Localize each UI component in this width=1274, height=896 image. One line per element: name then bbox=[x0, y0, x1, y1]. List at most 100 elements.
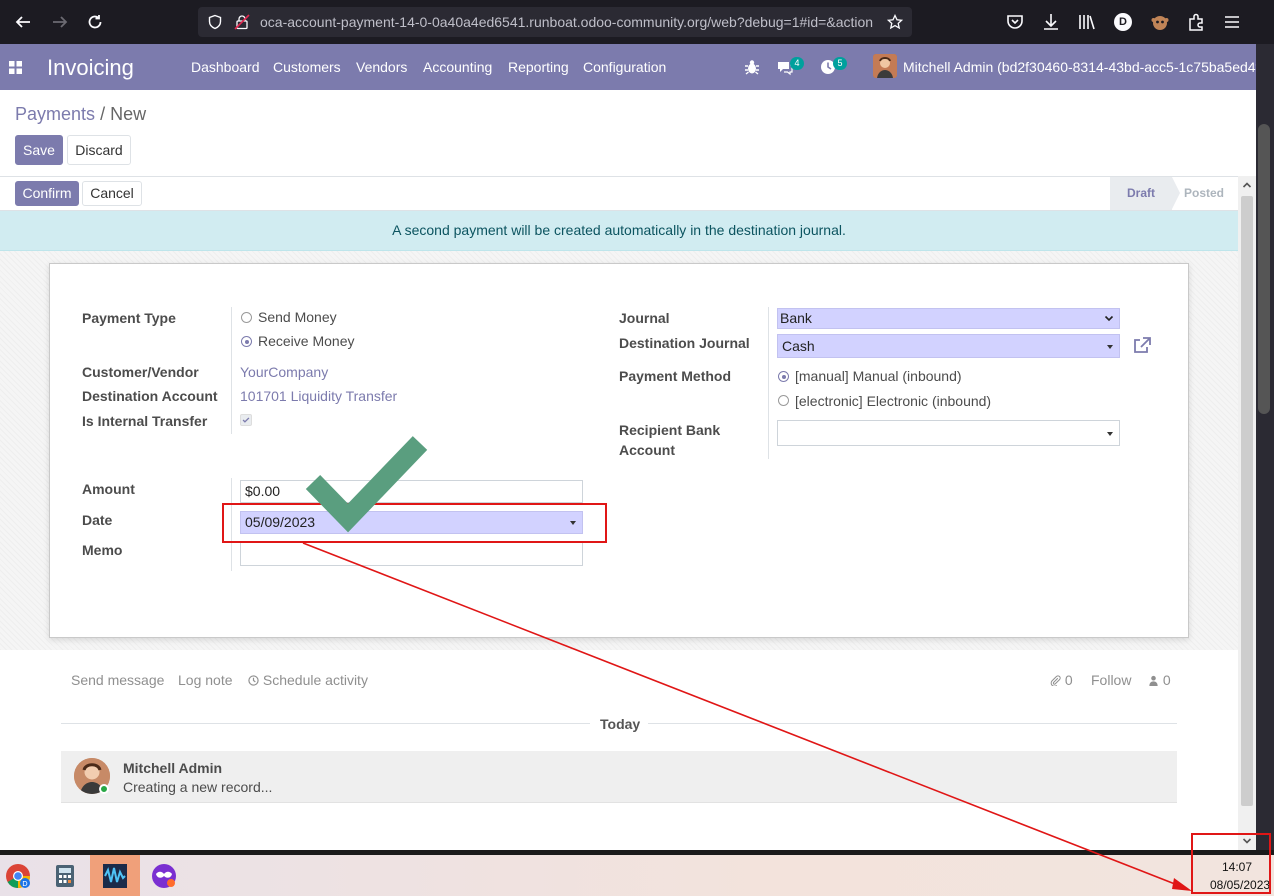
payment-method-label: Payment Method bbox=[619, 368, 732, 384]
menu-configuration[interactable]: Configuration bbox=[583, 59, 666, 75]
send-message-button[interactable]: Send message bbox=[71, 672, 164, 688]
destination-account-label: Destination Account bbox=[82, 388, 218, 404]
log-note-button[interactable]: Log note bbox=[178, 672, 233, 688]
apps-grid-icon[interactable] bbox=[9, 61, 22, 74]
calculator-icon[interactable] bbox=[52, 863, 78, 889]
hamburger-menu-icon[interactable] bbox=[1222, 12, 1242, 32]
clock-icon bbox=[248, 675, 259, 686]
confirm-button[interactable]: Confirm bbox=[15, 181, 79, 206]
date-separator-line bbox=[61, 723, 590, 724]
menu-reporting[interactable]: Reporting bbox=[508, 59, 569, 75]
odoo-navbar: Invoicing Dashboard Customers Vendors Ac… bbox=[0, 44, 1272, 90]
attachments-count: 0 bbox=[1064, 672, 1073, 688]
vpn-mask-icon[interactable] bbox=[151, 863, 177, 889]
shield-icon[interactable] bbox=[207, 14, 223, 30]
follow-button[interactable]: Follow bbox=[1091, 672, 1131, 688]
statusbar: Confirm Cancel Draft Posted bbox=[0, 177, 1238, 211]
amount-input[interactable]: $0.00 bbox=[240, 480, 583, 503]
breadcrumb-payments[interactable]: Payments bbox=[15, 104, 95, 124]
info-alert: A second payment will be created automat… bbox=[0, 211, 1238, 251]
recipient-bank-label: Recipient Bank bbox=[619, 422, 721, 438]
cancel-button[interactable]: Cancel bbox=[82, 181, 142, 206]
paperclip-icon bbox=[1050, 675, 1061, 687]
tampermonkey-icon[interactable] bbox=[1150, 12, 1170, 32]
message-author[interactable]: Mitchell Admin bbox=[123, 760, 222, 776]
payment-type-label: Payment Type bbox=[82, 310, 176, 326]
svg-text:D: D bbox=[22, 880, 27, 888]
journal-select[interactable]: Bank bbox=[777, 308, 1120, 329]
debug-bug-icon[interactable] bbox=[743, 58, 761, 76]
url-text[interactable]: oca-account-payment-14-0-0a40a4ed6541.ru… bbox=[260, 14, 878, 30]
stage-arrow bbox=[1172, 177, 1180, 209]
save-button[interactable]: Save bbox=[15, 135, 63, 165]
destination-journal-dropdown-icon[interactable] bbox=[1107, 345, 1113, 349]
address-bar[interactable]: oca-account-payment-14-0-0a40a4ed6541.ru… bbox=[198, 7, 912, 37]
schedule-activity-button[interactable]: Schedule activity bbox=[248, 672, 368, 688]
recipient-bank-dropdown-icon[interactable] bbox=[1107, 432, 1113, 436]
form-sheet: Payment Type Send Money Receive Money Cu… bbox=[49, 263, 1189, 638]
receive-money-label[interactable]: Receive Money bbox=[258, 333, 355, 349]
back-arrow-icon[interactable] bbox=[11, 10, 35, 34]
activities-badge: 5 bbox=[833, 57, 847, 70]
chevron-down-icon bbox=[1104, 315, 1114, 322]
menu-dashboard[interactable]: Dashboard bbox=[191, 59, 260, 75]
annotation-date-highlight bbox=[222, 503, 607, 543]
memo-input[interactable] bbox=[240, 542, 583, 566]
app-name[interactable]: Invoicing bbox=[47, 55, 134, 81]
os-taskbar: D 14:07 08/05/2023 bbox=[0, 850, 1274, 896]
discard-button[interactable]: Discard bbox=[67, 135, 131, 165]
date-label: Date bbox=[82, 512, 113, 528]
profile-avatar-icon[interactable]: D bbox=[1114, 13, 1132, 31]
menu-customers[interactable]: Customers bbox=[273, 59, 341, 75]
chrome-icon[interactable]: D bbox=[5, 863, 31, 889]
radio-electronic[interactable] bbox=[778, 395, 789, 406]
send-money-label[interactable]: Send Money bbox=[258, 309, 337, 325]
scroll-up-icon[interactable] bbox=[1242, 180, 1252, 190]
right-group-separator bbox=[768, 307, 769, 459]
followers-button[interactable]: 0 bbox=[1148, 672, 1171, 688]
online-status-dot bbox=[99, 784, 109, 794]
destination-journal-select[interactable]: Cash bbox=[777, 334, 1120, 358]
browser-toolbar: oca-account-payment-14-0-0a40a4ed6541.ru… bbox=[0, 0, 1274, 44]
library-icon[interactable] bbox=[1077, 12, 1097, 32]
customer-vendor-label: Customer/Vendor bbox=[82, 364, 199, 380]
messages-badge: 4 bbox=[790, 57, 804, 70]
electronic-method-label[interactable]: [electronic] Electronic (inbound) bbox=[795, 393, 991, 409]
radio-receive-money[interactable] bbox=[241, 336, 252, 347]
recipient-bank-label-line2: Account bbox=[619, 442, 675, 458]
chatter-message: Mitchell Admin Creating a new record... bbox=[61, 751, 1177, 803]
memo-label: Memo bbox=[82, 542, 123, 558]
insecure-lock-icon[interactable] bbox=[234, 14, 250, 30]
schedule-activity-label: Schedule activity bbox=[262, 672, 368, 688]
extensions-icon[interactable] bbox=[1186, 12, 1206, 32]
forward-arrow-icon[interactable] bbox=[48, 10, 72, 34]
amount-label: Amount bbox=[82, 481, 135, 497]
breadcrumb: Payments / New bbox=[15, 104, 146, 125]
message-body: Creating a new record... bbox=[123, 779, 273, 795]
reload-icon[interactable] bbox=[83, 10, 107, 34]
breadcrumb-current: New bbox=[110, 104, 147, 124]
browser-scroll-thumb[interactable] bbox=[1258, 124, 1270, 414]
pocket-icon[interactable] bbox=[1005, 12, 1025, 32]
page-scrollbar[interactable] bbox=[1238, 176, 1256, 850]
scroll-thumb[interactable] bbox=[1241, 196, 1253, 806]
internal-transfer-checkbox[interactable] bbox=[240, 414, 252, 426]
download-icon[interactable] bbox=[1041, 12, 1061, 32]
customer-vendor-value[interactable]: YourCompany bbox=[240, 364, 328, 380]
audio-app-icon[interactable] bbox=[102, 863, 128, 889]
external-link-icon[interactable] bbox=[1132, 336, 1152, 356]
menu-vendors[interactable]: Vendors bbox=[356, 59, 407, 75]
left-group-separator bbox=[231, 307, 232, 434]
destination-account-value[interactable]: 101701 Liquidity Transfer bbox=[240, 388, 397, 404]
radio-send-money[interactable] bbox=[241, 312, 252, 323]
bookmark-star-icon[interactable] bbox=[887, 14, 903, 30]
manual-method-label[interactable]: [manual] Manual (inbound) bbox=[795, 368, 962, 384]
attachments-button[interactable]: 0 bbox=[1050, 672, 1073, 688]
checkmark-icon bbox=[242, 417, 250, 423]
menu-accounting[interactable]: Accounting bbox=[423, 59, 492, 75]
radio-manual[interactable] bbox=[778, 371, 789, 382]
recipient-bank-select[interactable] bbox=[777, 420, 1120, 446]
user-name[interactable]: Mitchell Admin (bd2f30460-8314-43bd-acc5… bbox=[903, 59, 1272, 75]
stage-posted: Posted bbox=[1184, 186, 1225, 200]
user-avatar[interactable] bbox=[873, 54, 897, 78]
